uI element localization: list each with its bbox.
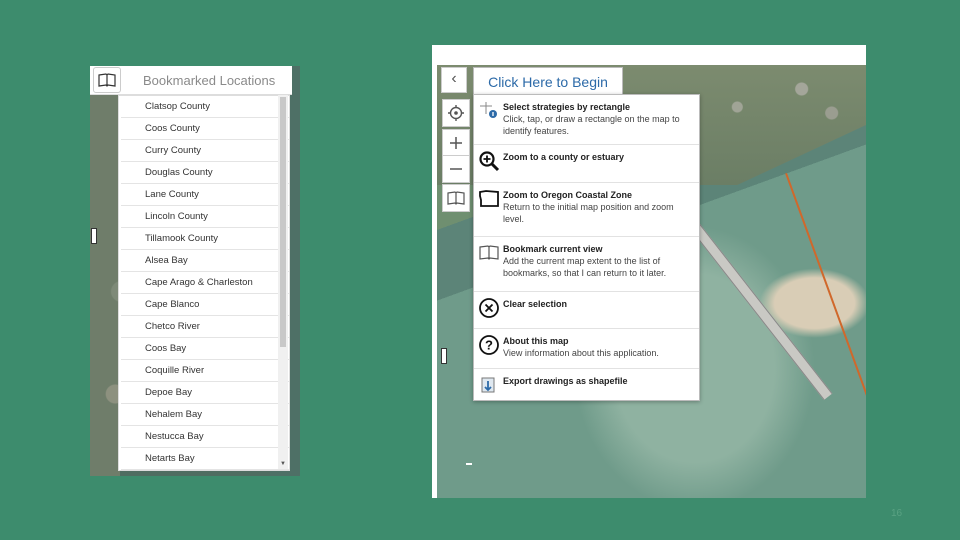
bookmark-item[interactable]: Cape Blanco	[121, 294, 289, 316]
bookmark-item[interactable]: Lincoln County	[121, 206, 289, 228]
menu-item-desc: Return to the initial map position and z…	[503, 202, 674, 224]
bookmark-item[interactable]: Curry County	[121, 140, 289, 162]
menu-item-desc: Add the current map extent to the list o…	[503, 256, 667, 278]
menu-item-title: Clear selection	[503, 299, 568, 309]
bookmarks-list: Clatsop County Coos County Curry County Dou…	[118, 95, 290, 471]
close-circle-icon	[479, 298, 499, 318]
plus-icon	[450, 137, 462, 149]
menu-item-zoom-county[interactable]: Zoom to a county or estuary	[474, 145, 699, 183]
menu-item-title: Zoom to a county or estuary	[503, 152, 625, 162]
zoom-out-button[interactable]	[442, 155, 470, 183]
bookmark-item[interactable]: Douglas County	[121, 162, 289, 184]
book-icon	[447, 191, 465, 205]
chevron-left-icon: ‹	[451, 70, 457, 87]
select-rectangle-icon	[480, 102, 497, 118]
bookmarks-scrollbar[interactable]: ▼	[278, 95, 288, 469]
panel-resize-handle[interactable]	[91, 228, 97, 244]
scroll-down-icon[interactable]: ▼	[280, 461, 286, 467]
bookmark-item[interactable]: Coos Bay	[121, 338, 289, 360]
bookmark-item[interactable]: Nestucca Bay	[121, 426, 289, 448]
page-number: 16	[891, 508, 903, 519]
bookmark-item[interactable]: Tillamook County	[121, 228, 289, 250]
menu-item-title: Select strategies by rectangle	[503, 102, 631, 112]
bookmark-item[interactable]: Alsea Bay	[121, 250, 289, 272]
menu-item-title: Bookmark current view	[503, 244, 603, 254]
menu-item-desc: View information about this application.	[503, 348, 659, 358]
zoom-in-button[interactable]	[442, 129, 470, 157]
begin-menu: Select strategies by rectangle Click, ta…	[473, 94, 700, 401]
panel-resize-handle[interactable]	[441, 348, 447, 364]
map-app-screenshot: ‹ Click Here to Begin Select strategies …	[432, 45, 866, 498]
menu-item-title: Export drawings as shapefile	[503, 376, 628, 386]
menu-item-zoom-coastal-zone[interactable]: Zoom to Oregon Coastal Zone Return to th…	[474, 183, 699, 237]
scale-bar	[466, 463, 472, 465]
menu-item-title: About this map	[503, 336, 569, 346]
bookmarks-screenshot: Bookmarked Locations Clatsop County Coos …	[90, 66, 300, 476]
menu-item-bookmark-view[interactable]: Bookmark current view Add the current ma…	[474, 237, 699, 292]
bookmarks-title: Bookmarked Locations	[143, 72, 276, 88]
locate-button[interactable]	[442, 99, 470, 127]
menu-item-title: Zoom to Oregon Coastal Zone	[503, 190, 633, 200]
scrollbar-thumb[interactable]	[280, 97, 286, 347]
book-icon	[479, 245, 499, 260]
menu-item-clear-selection[interactable]: Clear selection	[474, 292, 699, 329]
bookmark-item[interactable]: Netarts Bay	[121, 448, 289, 470]
bookmark-item[interactable]: Coquille River	[121, 360, 289, 382]
back-button[interactable]: ‹	[441, 67, 467, 93]
menu-item-export-shapefile[interactable]: Export drawings as shapefile	[474, 369, 699, 396]
bookmark-item[interactable]: Depoe Bay	[121, 382, 289, 404]
begin-button[interactable]: Click Here to Begin	[473, 67, 623, 97]
menu-item-desc: Click, tap, or draw a rectangle on the m…	[503, 114, 680, 136]
zoom-in-icon	[479, 151, 500, 172]
bookmark-item[interactable]: Lane County	[121, 184, 289, 206]
book-icon[interactable]	[93, 67, 121, 93]
svg-text:?: ?	[485, 338, 493, 353]
menu-item-about[interactable]: ? About this map View information about …	[474, 329, 699, 369]
menu-item-select-rectangle[interactable]: Select strategies by rectangle Click, ta…	[474, 95, 699, 145]
bookmark-item[interactable]: Cape Arago & Charleston	[121, 272, 289, 294]
bookmark-item[interactable]: Chetco River	[121, 316, 289, 338]
bookmark-item[interactable]: Coos County	[121, 118, 289, 140]
bookmarks-button[interactable]	[442, 184, 470, 212]
export-icon	[481, 377, 495, 393]
help-circle-icon: ?	[479, 335, 499, 355]
minus-icon	[450, 168, 462, 170]
bookmark-item[interactable]: Clatsop County	[121, 96, 289, 118]
crosshair-icon	[448, 105, 464, 121]
bookmarks-header: Bookmarked Locations	[90, 66, 292, 95]
bookmark-item[interactable]: Nehalem Bay	[121, 404, 289, 426]
oregon-shape-icon	[479, 190, 499, 207]
